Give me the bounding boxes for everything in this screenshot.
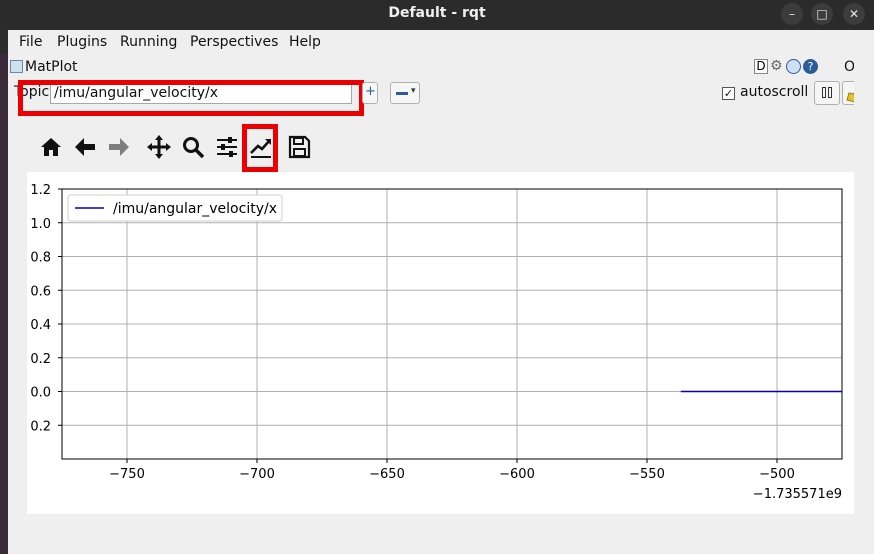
dock-header: MatPlot D ⚙ ? O ✕ — [8, 56, 874, 76]
home-button[interactable] — [36, 132, 66, 162]
window-titlebar: Default - rqt – □ ✕ — [0, 0, 874, 28]
y-tick-label: 0.6 — [30, 284, 51, 299]
menu-help[interactable]: Help — [289, 34, 321, 50]
menu-plugins[interactable]: Plugins — [57, 34, 107, 50]
forward-arrow-icon — [109, 138, 129, 156]
x-tick-label: −500 — [759, 467, 795, 482]
matplot-plugin-panel: MatPlot D ⚙ ? O ✕ Topic + ▾ ✓ autoscroll — [8, 54, 874, 554]
x-tick-label: −600 — [499, 467, 535, 482]
topic-label: Topic — [14, 84, 50, 100]
home-icon — [41, 138, 61, 156]
save-icon — [288, 135, 311, 159]
pan-move-icon — [147, 135, 171, 159]
line-chart: −750 −700 −650 −600 −550 −500 0.2 0.0 0.2 0.4 0.6 0… — [30, 183, 843, 502]
x-tick-label: −700 — [239, 467, 275, 482]
y-tick-label: 0.8 — [30, 251, 51, 266]
y-tick-label: 0.2 — [30, 419, 51, 434]
minus-icon — [396, 92, 408, 95]
save-figure-button[interactable] — [284, 132, 314, 162]
matplotlib-toolbar — [36, 124, 326, 172]
zoom-icon — [183, 137, 205, 159]
chevron-down-icon: ▾ — [411, 86, 416, 96]
dock-d-button[interactable]: D — [754, 59, 768, 74]
pause-icon-left — [822, 87, 826, 98]
back-arrow-icon — [75, 138, 95, 156]
pause-icon-right — [828, 87, 832, 98]
zoom-button[interactable] — [178, 132, 208, 162]
plus-icon: + — [365, 84, 376, 99]
desktop-edge — [0, 54, 8, 554]
back-button[interactable] — [70, 132, 100, 162]
topic-row: Topic + ▾ ✓ autoscroll — [8, 78, 874, 116]
autoscroll-checkbox[interactable]: ✓ — [722, 87, 735, 100]
panel-right-edge — [854, 54, 874, 554]
close-window-button[interactable]: ✕ — [843, 3, 865, 25]
y-tick-label: 1.0 — [30, 217, 51, 232]
pause-button[interactable] — [814, 81, 840, 105]
remove-topic-button[interactable]: ▾ — [390, 82, 420, 104]
minimize-button[interactable]: – — [781, 3, 803, 25]
y-tick-label: 0.0 — [30, 386, 51, 401]
pan-button[interactable] — [144, 132, 174, 162]
forward-button[interactable] — [104, 132, 134, 162]
matplot-icon — [10, 60, 23, 73]
x-tick-label: −550 — [629, 467, 665, 482]
configure-subplots-button[interactable] — [212, 132, 242, 162]
subplot-config-icon — [217, 137, 237, 157]
x-offset-label: −1.735571e9 — [753, 487, 842, 502]
maximize-button[interactable]: □ — [811, 3, 833, 25]
plot-canvas[interactable]: −750 −700 −650 −600 −550 −500 0.2 0.0 0.2 0.4 0.6 0… — [27, 172, 855, 514]
menubar: File Plugins Running Perspectives Help — [8, 30, 874, 54]
reload-icon[interactable] — [786, 59, 801, 74]
y-tick-label: 0.2 — [30, 352, 51, 367]
add-topic-button[interactable]: + — [362, 82, 378, 104]
legend-label: /imu/angular_velocity/x — [113, 201, 277, 217]
menu-file[interactable]: File — [19, 34, 42, 50]
chart-legend: /imu/angular_velocity/x — [67, 194, 283, 222]
x-tick-label: −750 — [109, 467, 145, 482]
window-title: Default - rqt — [388, 5, 486, 21]
y-tick-label: 0.4 — [30, 318, 51, 333]
topic-input[interactable] — [50, 82, 352, 104]
y-tick-label: 1.2 — [30, 183, 51, 198]
x-tick-label: −650 — [369, 467, 405, 482]
edit-curve-icon — [250, 139, 271, 158]
autoscroll-label: autoscroll — [740, 84, 809, 100]
help-icon[interactable]: ? — [803, 59, 818, 74]
gear-icon[interactable]: ⚙ — [770, 58, 783, 74]
edit-curve-button[interactable] — [246, 132, 276, 162]
dock-title: MatPlot — [25, 59, 78, 75]
menu-running[interactable]: Running — [120, 34, 177, 50]
menu-perspectives[interactable]: Perspectives — [190, 34, 278, 50]
